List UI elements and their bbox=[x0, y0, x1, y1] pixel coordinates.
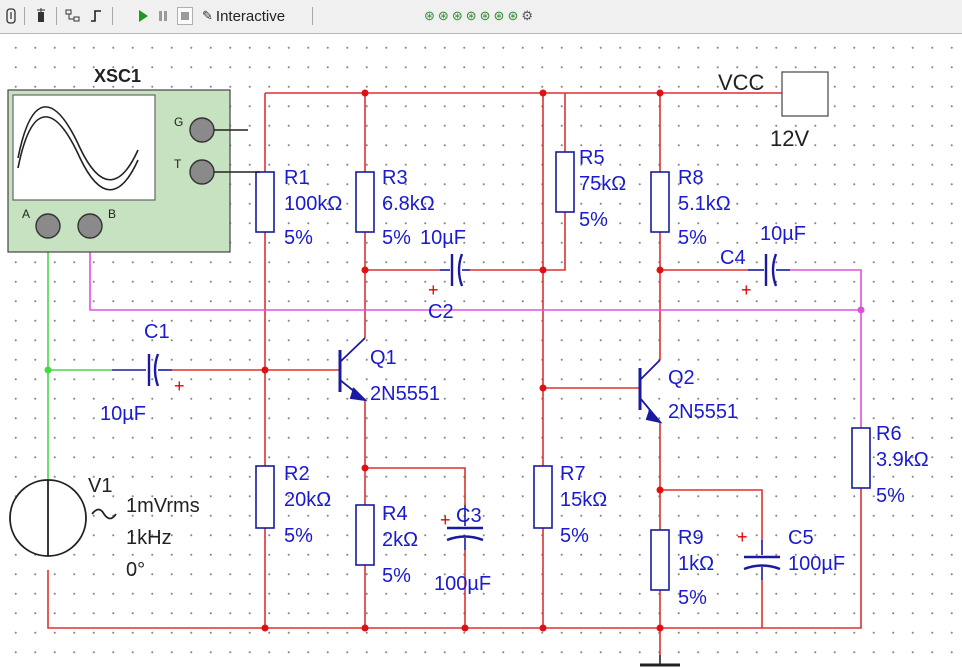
analysis-voltage-icon[interactable]: ⊛ bbox=[424, 8, 435, 24]
pause-simulation-icon[interactable] bbox=[152, 6, 174, 26]
stop-simulation-icon[interactable] bbox=[174, 6, 196, 26]
pencil-icon: ✎ bbox=[202, 8, 213, 23]
probe-icon[interactable] bbox=[0, 6, 22, 26]
interactive-mode-label: Interactive bbox=[215, 7, 286, 25]
settings-gear-icon[interactable]: ⚙ bbox=[521, 8, 533, 24]
run-simulation-play-icon[interactable] bbox=[132, 6, 154, 26]
hierarchy-icon[interactable] bbox=[62, 6, 84, 26]
analysis-differential-icon[interactable]: ⊛ bbox=[466, 8, 477, 24]
simulation-toolbar: ✎ Interactive ⊛ ⊛ ⊛ ⊛ ⊛ ⊛ ⊛ ⚙ bbox=[0, 0, 962, 34]
schematic-canvas[interactable] bbox=[0, 34, 962, 668]
analysis-reference-icon[interactable]: ⊛ bbox=[480, 8, 491, 24]
analysis-probe-icon[interactable]: ⊛ bbox=[507, 8, 518, 24]
analysis-digital-icon[interactable]: ⊛ bbox=[494, 8, 505, 24]
interactive-mode-button[interactable]: ✎ Interactive bbox=[202, 6, 285, 26]
simulation-analysis-icons: ⊛ ⊛ ⊛ ⊛ ⊛ ⊛ ⊛ ⚙ bbox=[424, 6, 533, 26]
component-icon[interactable] bbox=[30, 6, 52, 26]
analysis-current-icon[interactable]: ⊛ bbox=[438, 8, 449, 24]
pulse-icon[interactable] bbox=[86, 6, 108, 26]
analysis-power-icon[interactable]: ⊛ bbox=[452, 8, 463, 24]
